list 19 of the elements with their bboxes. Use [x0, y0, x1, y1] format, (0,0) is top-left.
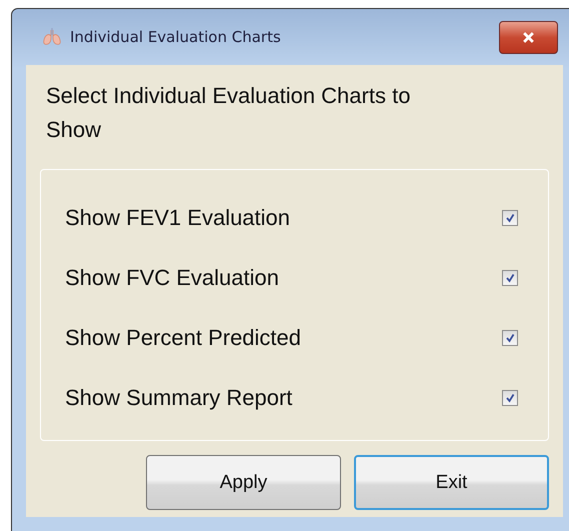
dialog-button[interactable]: Apply — [146, 455, 341, 510]
check-icon — [505, 213, 515, 224]
window-title: Individual Evaluation Charts — [70, 28, 281, 46]
checkbox[interactable] — [502, 330, 518, 346]
check-icon — [505, 393, 515, 404]
dialog-button[interactable]: Exit — [354, 455, 549, 510]
option-label: Show Percent Predicted — [65, 325, 302, 352]
checkbox[interactable] — [502, 390, 518, 406]
option-label: Show Summary Report — [65, 385, 292, 412]
checkbox[interactable] — [502, 210, 518, 226]
instruction-text: Select Individual Evaluation Charts to Show — [45, 82, 412, 144]
checkbox[interactable] — [502, 270, 518, 286]
close-icon — [522, 32, 535, 42]
check-icon — [505, 273, 515, 284]
check-icon — [505, 333, 515, 344]
close-button[interactable] — [499, 20, 558, 54]
lungs-icon — [42, 27, 62, 47]
option-label: Show FVC Evaluation — [65, 265, 279, 292]
option-label: Show FEV1 Evaluation — [65, 205, 290, 232]
